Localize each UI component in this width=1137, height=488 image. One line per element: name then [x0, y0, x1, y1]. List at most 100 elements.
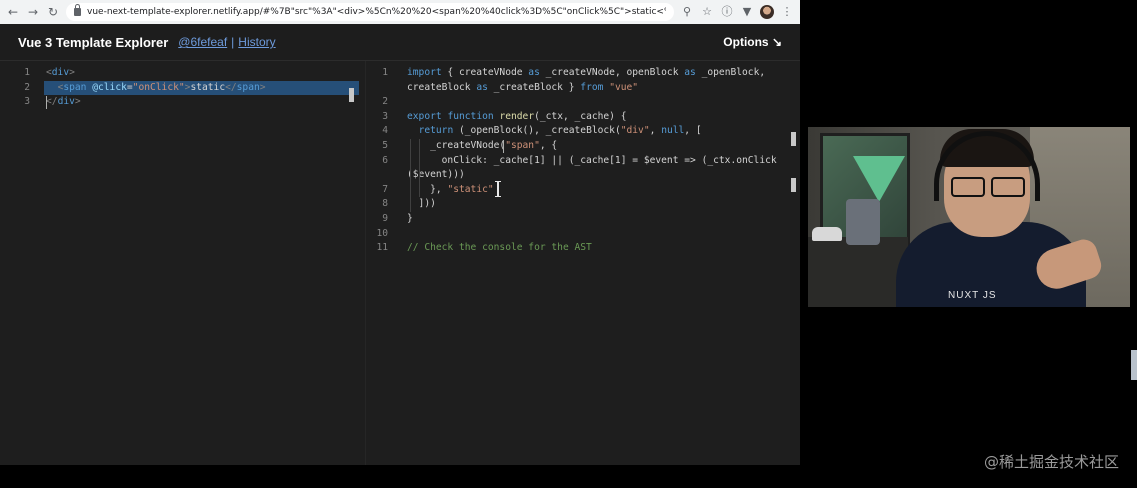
code-line[interactable]: 5 _createVNode("span", {	[366, 139, 800, 154]
line-number: 10	[376, 227, 388, 239]
edge-scrollbar[interactable]	[1131, 350, 1137, 380]
app-header: Vue 3 Template Explorer @6fefeaf | Histo…	[0, 24, 800, 61]
code-token: createBlock	[407, 81, 477, 93]
address-bar[interactable]: vue-next-template-explorer.netlify.app/#…	[66, 3, 674, 21]
forward-icon[interactable]: →	[26, 5, 40, 19]
line-number: 8	[382, 198, 388, 210]
browser-window: ← → ↻ vue-next-template-explorer.netlify…	[0, 0, 800, 465]
line-number: 11	[376, 242, 388, 254]
url-text[interactable]: vue-next-template-explorer.netlify.app/#…	[87, 7, 666, 17]
code-line[interactable]: 8 ]))	[366, 197, 800, 212]
code-text[interactable]: ($event)))	[407, 168, 465, 183]
line-number: 1	[24, 67, 30, 78]
back-icon[interactable]: ←	[6, 5, 20, 19]
code-token: , {	[539, 140, 558, 151]
hoodie-logo: NUXT JS	[948, 290, 997, 301]
line-number: 3	[24, 96, 30, 108]
code-line[interactable]: 6 onClick: _cache[1] || (_cache[1] = $ev…	[366, 154, 800, 169]
code-line[interactable]: 2 <span @click="onClick">static</span>	[0, 81, 365, 96]
code-line[interactable]: 2	[366, 95, 800, 110]
scrollbar-marker	[349, 87, 354, 102]
line-number: 7	[382, 183, 388, 195]
code-token: ]))	[407, 198, 436, 210]
code-text[interactable]: onClick: _cache[1] || (_cache[1] = $even…	[407, 154, 777, 169]
profile-avatar[interactable]	[760, 5, 774, 19]
code-token: </	[46, 96, 58, 108]
code-token: import	[407, 67, 442, 78]
code-token: "static"	[447, 183, 494, 195]
code-token: render	[499, 110, 535, 122]
code-text[interactable]: </div>	[46, 95, 81, 110]
history-link[interactable]: History	[238, 35, 275, 49]
template-editor[interactable]: 1 <div> 2 <span @click="onClick">static</s…	[0, 61, 366, 465]
code-token: as	[684, 67, 696, 78]
code-line[interactable]: 3 </div>	[0, 95, 365, 110]
code-line[interactable]: 1 <div>	[0, 66, 365, 81]
code-text[interactable]: <div>	[46, 66, 75, 81]
toy-car	[812, 227, 842, 241]
indent-guide	[419, 139, 420, 198]
line-number: 6	[382, 154, 388, 166]
extension-icon[interactable]: ▼	[740, 5, 754, 19]
commit-link[interactable]: @6fefeaf	[178, 35, 227, 49]
code-line[interactable]: 1 import { createVNode as _createVNode, o…	[366, 66, 800, 81]
code-token: ($event)))	[407, 169, 465, 181]
code-token: onClick: _cache[1] || (_cache[1] = $even…	[407, 154, 777, 166]
code-text[interactable]: import { createVNode as _createVNode, op…	[407, 66, 765, 81]
options-button[interactable]: Options ↘	[723, 35, 782, 49]
line-number: 9	[382, 213, 388, 224]
line-number: 4	[382, 125, 388, 137]
text-caret	[46, 96, 47, 110]
compiled-output-editor[interactable]: 1 import { createVNode as _createVNode, o…	[366, 61, 800, 465]
code-token: function	[447, 110, 494, 122]
info-icon[interactable]: ⓘ	[720, 5, 734, 19]
code-line[interactable]: 4 return (_openBlock(), _createBlock("di…	[366, 124, 800, 139]
code-token: span	[236, 81, 260, 93]
code-text[interactable]: ]))	[407, 197, 436, 212]
watermark: @稀土掘金技术社区	[983, 453, 1119, 471]
menu-icon[interactable]: ⋮	[780, 5, 794, 19]
code-token: >	[74, 96, 81, 108]
code-token: return	[418, 125, 454, 137]
star-icon[interactable]: ☆	[700, 5, 714, 19]
code-text[interactable]: <span @click="onClick">static</span>	[46, 81, 266, 96]
code-line[interactable]: createBlock as _createBlock } from "vue"	[366, 81, 800, 96]
code-line[interactable]: 3 export function render(_ctx, _cache) {	[366, 110, 800, 125]
code-text[interactable]: createBlock as _createBlock } from "vue"	[407, 81, 638, 96]
shelf	[808, 237, 908, 307]
link-separator: |	[231, 35, 235, 49]
code-line[interactable]: 9}	[366, 212, 800, 227]
code-line[interactable]: 11 // Check the console for the AST	[366, 241, 800, 256]
reload-icon[interactable]: ↻	[46, 5, 60, 19]
code-token: { createVNode	[441, 67, 529, 78]
lock-icon	[74, 4, 81, 16]
line-number: 3	[382, 110, 388, 122]
code-line[interactable]: ($event)))	[366, 168, 800, 183]
code-token: span	[63, 81, 87, 93]
code-line[interactable]: 7 }, "static"	[366, 183, 800, 198]
code-token: div	[51, 67, 70, 78]
scrollbar-marker	[791, 131, 796, 146]
code-text[interactable]: _createVNode("span", {	[407, 139, 557, 154]
code-token: (_ctx, _cache) {	[534, 110, 627, 122]
line-number: 2	[382, 96, 388, 108]
scrollbar-marker	[791, 178, 796, 193]
code-text[interactable]: export function render(_ctx, _cache) {	[407, 110, 627, 125]
code-line[interactable]: 10	[366, 227, 800, 242]
code-token: ,	[649, 125, 662, 137]
code-text[interactable]: return (_openBlock(), _createBlock("div"…	[407, 124, 702, 139]
code-token: "div"	[620, 125, 650, 137]
code-token: _createBlock }	[487, 81, 581, 93]
app-title: Vue 3 Template Explorer	[18, 34, 169, 50]
code-text[interactable]: }	[407, 212, 413, 227]
search-icon[interactable]: ⚲	[680, 5, 694, 19]
code-token: >	[69, 67, 75, 78]
mouse-cursor	[495, 180, 501, 197]
code-token: }	[407, 213, 413, 224]
code-token: // Check the console for the AST	[407, 242, 592, 254]
indent-guide	[410, 139, 411, 212]
code-text[interactable]: // Check the console for the AST	[407, 241, 592, 256]
code-token: (_openBlock(), _createBlock(	[453, 125, 621, 137]
